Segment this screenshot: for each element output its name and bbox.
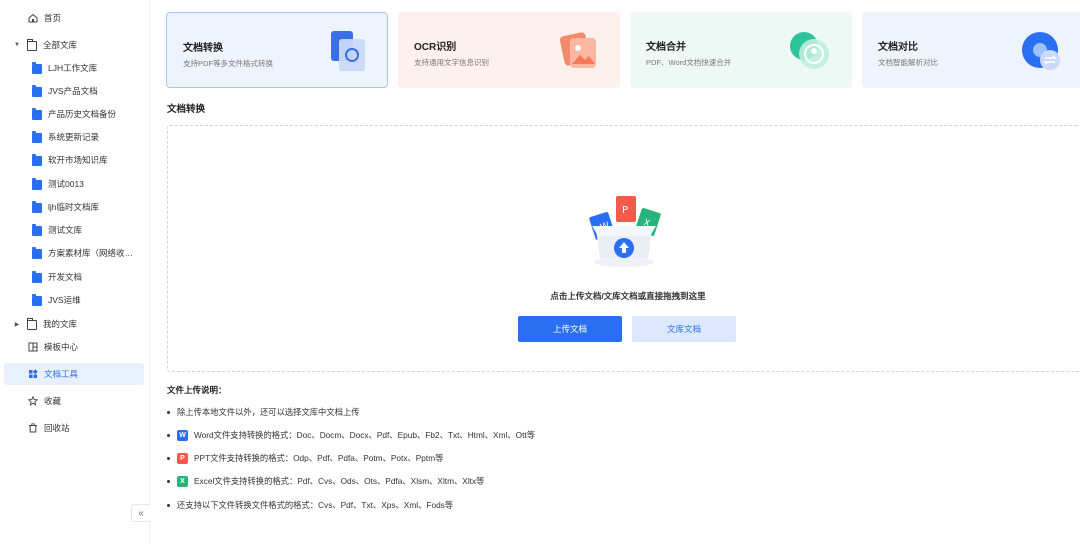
sidebar-item-library[interactable]: LJH工作文库 bbox=[0, 57, 150, 79]
sidebar-item-label: LJH工作文库 bbox=[48, 63, 98, 73]
folder-icon bbox=[27, 39, 37, 51]
tool-card-compare[interactable]: 文档对比 文档智能解析对比 bbox=[862, 12, 1080, 88]
upload-document-button[interactable]: 上传文档 bbox=[518, 316, 622, 342]
bullet-icon bbox=[167, 456, 170, 460]
folder-icon bbox=[27, 318, 37, 330]
upload-illustration-icon: W P X bbox=[576, 180, 672, 276]
sidebar-item-my-libraries[interactable]: ▶ 我的文库 bbox=[0, 313, 150, 335]
sidebar-item-label: ljh临时文档库 bbox=[48, 202, 100, 212]
note-text: 除上传本地文件以外，还可以选择文库中文档上传 bbox=[177, 407, 360, 417]
note-text: PPT文件支持转换的格式：Odp、Pdf、Pdfa、Potm、Potx、Pptm… bbox=[194, 453, 444, 463]
bullet-icon bbox=[167, 410, 170, 414]
sidebar-item-library[interactable]: 软开市场知识库 bbox=[0, 149, 150, 171]
sidebar-item-library[interactable]: 方案素材库（网络收… bbox=[0, 242, 150, 264]
sidebar-item-library[interactable]: 开发文档 bbox=[0, 266, 150, 288]
sidebar-item-library[interactable]: 测试文库 bbox=[0, 219, 150, 241]
sidebar-item-favorites[interactable]: 收藏 bbox=[0, 390, 150, 412]
bullet-icon bbox=[167, 479, 170, 483]
caret-right-icon[interactable]: ▶ bbox=[12, 321, 22, 328]
folder-icon bbox=[32, 294, 42, 306]
sidebar-item-label: 测试文库 bbox=[48, 225, 83, 235]
sidebar: 首页 ▼ 全部文库 LJH工作文库 JVS产品文档 产品历史文档备份 系统更新记… bbox=[0, 0, 151, 544]
folder-icon bbox=[32, 108, 42, 120]
folder-icon bbox=[32, 154, 42, 166]
note-text: 还支持以下文件转换文件格式的格式：Cvs、Pdf、Txt、Xps、Xml、Fod… bbox=[177, 500, 454, 510]
sidebar-item-label: 测试0013 bbox=[48, 179, 84, 189]
upload-dropzone[interactable]: W P X 点击上传文档/文库文档或直接拖拽到这里 上传文档 文库文档 bbox=[167, 125, 1080, 372]
dropzone-hint: 点击上传文档/文库文档或直接拖拽到这里 bbox=[550, 291, 706, 301]
excel-file-icon: X bbox=[177, 475, 188, 487]
upload-note: 还支持以下文件转换文件格式的格式：Cvs、Pdf、Txt、Xps、Xml、Fod… bbox=[167, 498, 453, 512]
ocr-illustration-icon bbox=[556, 28, 604, 76]
note-text: Excel文件支持转换的格式：Pdf、Cvs、Ods、Ots、Pdfa、Xlsm… bbox=[194, 476, 485, 486]
word-file-icon: W bbox=[177, 429, 188, 441]
sidebar-item-label: 软开市场知识库 bbox=[48, 155, 108, 165]
caret-down-icon[interactable]: ▼ bbox=[12, 42, 22, 48]
tool-card-merge[interactable]: 文档合并 PDF、Word文档快速合并 bbox=[630, 12, 852, 88]
tools-icon bbox=[28, 369, 38, 379]
sidebar-item-library[interactable]: JVS运维 bbox=[0, 289, 150, 311]
sidebar-item-label: 全部文库 bbox=[43, 40, 78, 50]
compare-illustration-icon bbox=[1018, 28, 1066, 76]
sidebar-item-library[interactable]: ljh临时文档库 bbox=[0, 196, 150, 218]
folder-icon bbox=[32, 224, 42, 236]
sidebar-item-label: 方案素材库（网络收… bbox=[48, 248, 134, 258]
template-icon bbox=[28, 342, 38, 352]
ppt-file-icon: P bbox=[177, 452, 188, 464]
folder-icon bbox=[32, 85, 42, 97]
folder-icon bbox=[32, 131, 42, 143]
folder-icon bbox=[32, 201, 42, 213]
bullet-icon bbox=[167, 503, 170, 507]
folder-icon bbox=[32, 178, 42, 190]
trash-icon bbox=[28, 423, 38, 433]
upload-notes-title: 文件上传说明： bbox=[167, 385, 227, 395]
collapse-sidebar-button[interactable]: « bbox=[131, 504, 151, 522]
sidebar-item-library[interactable]: JVS产品文档 bbox=[0, 80, 150, 102]
sidebar-item-library[interactable]: 产品历史文档备份 bbox=[0, 103, 150, 125]
tool-card-ocr[interactable]: OCR识别 支持通用文字信息识别 bbox=[398, 12, 620, 88]
sidebar-item-home[interactable]: 首页 bbox=[0, 7, 150, 29]
merge-illustration-icon bbox=[786, 28, 834, 76]
home-icon bbox=[28, 13, 38, 23]
main-content: 文档转换 支持PDF等多文件格式转换 OCR识别 支持通用文字信息识别 文档合并… bbox=[150, 0, 1080, 544]
upload-note: X Excel文件支持转换的格式：Pdf、Cvs、Ods、Ots、Pdfa、Xl… bbox=[167, 474, 484, 488]
sidebar-item-library[interactable]: 测试0013 bbox=[0, 173, 150, 195]
upload-note: P PPT文件支持转换的格式：Odp、Pdf、Pdfa、Potm、Potx、Pp… bbox=[167, 451, 443, 465]
sidebar-item-label: 系统更新记录 bbox=[48, 132, 100, 142]
section-title: 文档转换 bbox=[167, 104, 206, 115]
tool-card-convert[interactable]: 文档转换 支持PDF等多文件格式转换 bbox=[166, 12, 388, 88]
sidebar-item-doc-tools[interactable]: 文档工具 bbox=[4, 363, 144, 385]
sidebar-item-library[interactable]: 系统更新记录 bbox=[0, 126, 150, 148]
sidebar-item-label: 回收站 bbox=[44, 423, 70, 433]
upload-note: 除上传本地文件以外，还可以选择文库中文档上传 bbox=[167, 405, 360, 419]
note-text: Word文件支持转换的格式：Doc、Docm、Docx、Pdf、Epub、Fb2… bbox=[194, 430, 535, 440]
convert-illustration-icon bbox=[325, 29, 373, 77]
sidebar-item-label: 产品历史文档备份 bbox=[48, 109, 117, 119]
sidebar-item-label: 开发文档 bbox=[48, 272, 83, 282]
folder-icon bbox=[32, 271, 42, 283]
sidebar-item-all-libraries[interactable]: ▼ 全部文库 bbox=[0, 34, 150, 56]
sidebar-item-label: 我的文库 bbox=[43, 319, 78, 329]
sidebar-item-label: 文档工具 bbox=[44, 369, 79, 379]
sidebar-item-templates[interactable]: 模板中心 bbox=[0, 336, 150, 358]
sidebar-item-label: 首页 bbox=[44, 13, 62, 23]
sidebar-item-label: 模板中心 bbox=[44, 342, 79, 352]
sidebar-item-label: 收藏 bbox=[44, 396, 62, 406]
sidebar-item-label: JVS运维 bbox=[48, 295, 81, 305]
upload-note: W Word文件支持转换的格式：Doc、Docm、Docx、Pdf、Epub、F… bbox=[167, 428, 535, 442]
folder-icon bbox=[32, 247, 42, 259]
svg-text:P: P bbox=[622, 205, 628, 216]
double-chevron-left-icon: « bbox=[138, 507, 144, 519]
sidebar-item-recycle-bin[interactable]: 回收站 bbox=[0, 417, 150, 439]
folder-icon bbox=[32, 62, 42, 74]
bullet-icon bbox=[167, 433, 170, 437]
star-icon bbox=[27, 395, 39, 406]
sidebar-item-label: JVS产品文档 bbox=[48, 86, 98, 96]
library-document-button[interactable]: 文库文档 bbox=[632, 316, 736, 342]
